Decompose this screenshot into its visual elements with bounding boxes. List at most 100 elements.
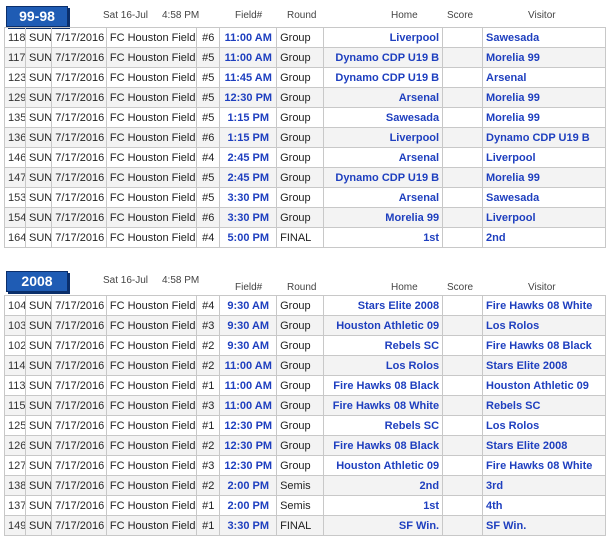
visitor-team-link[interactable]: 2nd [482, 227, 606, 248]
score-cell [442, 187, 484, 208]
header-time: 4:58 PM [162, 275, 200, 286]
date-cell: 7/17/2016 [51, 167, 107, 188]
visitor-team-link[interactable]: Fire Hawks 08 White [482, 295, 606, 316]
home-team-link[interactable]: Fire Hawks 08 Black [323, 375, 444, 396]
home-team-link[interactable]: Arsenal [323, 87, 444, 108]
col-header-score: Score [447, 10, 474, 21]
game-number: 164 [4, 227, 26, 248]
table-row: 135 SUN 7/17/2016 FC Houston Fields #5 1:15 P… [4, 107, 606, 128]
game-number: 154 [4, 207, 26, 228]
home-team-link[interactable]: 1st [323, 495, 444, 516]
day-cell: SUN [24, 375, 53, 396]
date-cell: 7/17/2016 [51, 355, 107, 376]
visitor-team-link[interactable]: Morelia 99 [482, 107, 606, 128]
visitor-team-link[interactable]: Los Rolos [482, 315, 606, 336]
home-team-link[interactable]: Morelia 99 [323, 207, 444, 228]
field-cell: #4 [196, 295, 221, 316]
date-cell: 7/17/2016 [51, 475, 107, 496]
game-number: 138 [4, 475, 26, 496]
table-row: 118 SUN 7/17/2016 FC Houston Fields #6 11:00 … [4, 27, 606, 48]
score-cell [442, 375, 484, 396]
home-team-link[interactable]: Sawesada [323, 107, 444, 128]
venue-cell: FC Houston Fields [105, 395, 198, 416]
venue-cell: FC Houston Fields [105, 147, 198, 168]
visitor-team-link[interactable]: Dynamo CDP U19 B [482, 127, 606, 148]
visitor-team-link[interactable]: Fire Hawks 08 White [482, 455, 606, 476]
game-number: 149 [4, 515, 26, 536]
score-cell [442, 495, 484, 516]
venue-cell: FC Houston Fields [105, 515, 198, 536]
field-cell: #5 [196, 47, 221, 68]
field-cell: #5 [196, 67, 221, 88]
table-row: 136 SUN 7/17/2016 FC Houston Fields #6 1:15 P… [4, 127, 606, 148]
table-row: 154 SUN 7/17/2016 FC Houston Fields #6 3:30 P… [4, 207, 606, 228]
home-team-link[interactable]: Los Rolos [323, 355, 444, 376]
time-cell: 2:00 PM [219, 475, 278, 496]
visitor-team-link[interactable]: Sawesada [482, 27, 606, 48]
home-team-link[interactable]: Liverpool [323, 27, 444, 48]
visitor-team-link[interactable]: SF Win. [482, 515, 606, 536]
date-cell: 7/17/2016 [51, 47, 107, 68]
time-cell: 2:45 PM [219, 167, 278, 188]
score-cell [442, 147, 484, 168]
game-number: 123 [4, 67, 26, 88]
visitor-team-link[interactable]: 4th [482, 495, 606, 516]
home-team-link[interactable]: Liverpool [323, 127, 444, 148]
visitor-team-link[interactable]: Los Rolos [482, 415, 606, 436]
time-cell: 3:30 PM [219, 515, 278, 536]
visitor-team-link[interactable]: Fire Hawks 08 Black [482, 335, 606, 356]
home-team-link[interactable]: 1st [323, 227, 444, 248]
home-team-link[interactable]: Dynamo CDP U19 B [323, 167, 444, 188]
division-badge[interactable]: 99-98 [6, 6, 68, 27]
field-cell: #6 [196, 207, 221, 228]
visitor-team-link[interactable]: Stars Elite 2008 [482, 355, 606, 376]
visitor-team-link[interactable]: Morelia 99 [482, 167, 606, 188]
home-team-link[interactable]: Dynamo CDP U19 B [323, 67, 444, 88]
home-team-link[interactable]: Dynamo CDP U19 B [323, 47, 444, 68]
time-cell: 9:30 AM [219, 295, 278, 316]
visitor-team-link[interactable]: Arsenal [482, 67, 606, 88]
schedule-section-99-98: 99-98 Sat 16-Jul 4:58 PM Field# Round Ho… [0, 6, 609, 248]
visitor-team-link[interactable]: Stars Elite 2008 [482, 435, 606, 456]
game-number: 114 [4, 355, 26, 376]
game-number: 129 [4, 87, 26, 108]
home-team-link[interactable]: Rebels SC [323, 335, 444, 356]
field-cell: #2 [196, 475, 221, 496]
division-badge[interactable]: 2008 [6, 271, 68, 292]
round-cell: Group [276, 167, 325, 188]
date-cell: 7/17/2016 [51, 455, 107, 476]
visitor-team-link[interactable]: Morelia 99 [482, 87, 606, 108]
home-team-link[interactable]: Arsenal [323, 147, 444, 168]
round-cell: Group [276, 147, 325, 168]
game-number: 135 [4, 107, 26, 128]
col-header-round: Round [287, 282, 317, 293]
visitor-team-link[interactable]: 3rd [482, 475, 606, 496]
home-team-link[interactable]: SF Win. [323, 515, 444, 536]
visitor-team-link[interactable]: Rebels SC [482, 395, 606, 416]
visitor-team-link[interactable]: Liverpool [482, 207, 606, 228]
home-team-link[interactable]: Rebels SC [323, 415, 444, 436]
visitor-team-link[interactable]: Liverpool [482, 147, 606, 168]
home-team-link[interactable]: Houston Athletic 09 [323, 315, 444, 336]
home-team-link[interactable]: Houston Athletic 09 [323, 455, 444, 476]
day-cell: SUN [24, 207, 53, 228]
table-row: 146 SUN 7/17/2016 FC Houston Fields #4 2:45 P… [4, 147, 606, 168]
table-row: 102 SUN 7/17/2016 FC Houston Fields #2 9:30 A… [4, 335, 606, 356]
visitor-team-link[interactable]: Sawesada [482, 187, 606, 208]
visitor-team-link[interactable]: Houston Athletic 09 [482, 375, 606, 396]
field-cell: #2 [196, 435, 221, 456]
home-team-link[interactable]: Arsenal [323, 187, 444, 208]
round-cell: Group [276, 435, 325, 456]
day-cell: SUN [24, 27, 53, 48]
table-row: 103 SUN 7/17/2016 FC Houston Fields #3 9:30 A… [4, 315, 606, 336]
date-cell: 7/17/2016 [51, 415, 107, 436]
home-team-link[interactable]: 2nd [323, 475, 444, 496]
date-cell: 7/17/2016 [51, 515, 107, 536]
venue-cell: FC Houston Fields [105, 295, 198, 316]
home-team-link[interactable]: Fire Hawks 08 White [323, 395, 444, 416]
home-team-link[interactable]: Stars Elite 2008 [323, 295, 444, 316]
visitor-team-link[interactable]: Morelia 99 [482, 47, 606, 68]
home-team-link[interactable]: Fire Hawks 08 Black [323, 435, 444, 456]
game-number: 125 [4, 415, 26, 436]
day-cell: SUN [24, 475, 53, 496]
